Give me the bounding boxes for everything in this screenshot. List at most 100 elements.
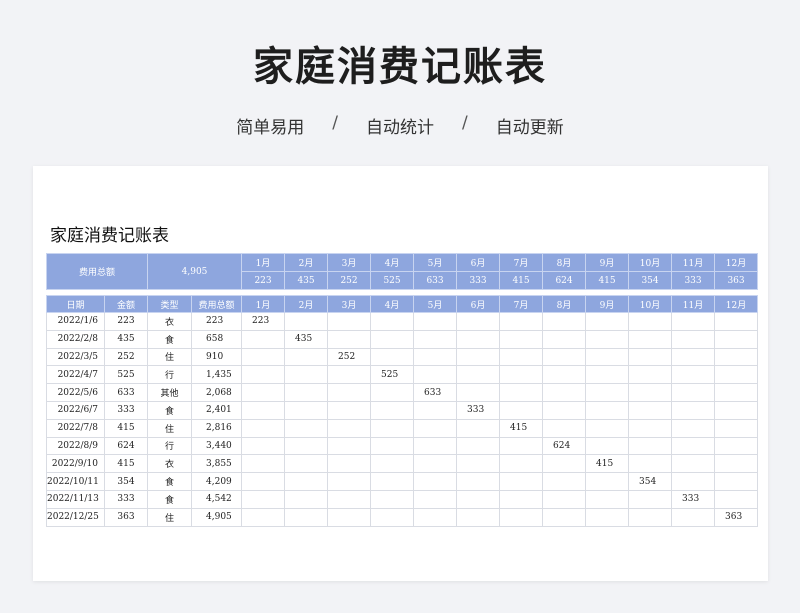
empty-cell <box>284 472 328 491</box>
empty-cell <box>628 400 672 420</box>
cumulative-cell: 2,068 <box>191 383 242 402</box>
summary-month-label: 12月 <box>714 253 759 272</box>
empty-cell <box>327 436 371 456</box>
empty-cell <box>499 489 543 509</box>
empty-cell <box>456 383 500 402</box>
empty-cell <box>585 383 629 402</box>
empty-cell <box>327 472 371 491</box>
subtitle-item: 自动更新 <box>495 118 564 138</box>
month-amount-cell: 525 <box>370 365 414 385</box>
empty-cell <box>671 347 715 367</box>
empty-cell <box>714 454 758 474</box>
empty-cell <box>499 365 543 385</box>
column-header: 日期 <box>46 295 105 313</box>
empty-cell <box>714 418 758 438</box>
empty-cell <box>327 454 371 474</box>
empty-cell <box>241 489 285 509</box>
amount-cell: 333 <box>104 489 148 509</box>
empty-cell <box>241 436 285 456</box>
table-row: 2022/12/25 363 住 4,905 363 <box>46 507 758 527</box>
summary-month-total: 435 <box>284 271 329 290</box>
summary-month-total: 223 <box>241 271 286 290</box>
summary-month-total: 624 <box>542 271 587 290</box>
cumulative-cell: 4,905 <box>191 507 242 527</box>
month-amount-cell: 415 <box>499 418 543 438</box>
month-amount-cell: 435 <box>284 329 328 349</box>
empty-cell <box>628 365 672 385</box>
empty-cell <box>370 489 414 509</box>
type-cell: 衣 <box>147 312 192 331</box>
spreadsheet-card: 家庭消费记账表 费用总额 4,905 1月 2月 3月 4月 5月 6月 7月 8月 9月 10月 11… <box>33 166 768 581</box>
empty-cell <box>456 329 500 349</box>
empty-cell <box>542 329 586 349</box>
column-header: 11月 <box>671 295 715 313</box>
empty-cell <box>671 418 715 438</box>
column-header: 5月 <box>413 295 457 313</box>
summary-month-label: 7月 <box>499 253 544 272</box>
column-header: 6月 <box>456 295 500 313</box>
amount-cell: 252 <box>104 347 148 367</box>
type-cell: 衣 <box>147 454 192 474</box>
column-header: 4月 <box>370 295 414 313</box>
date-cell: 2022/7/8 <box>46 418 105 438</box>
empty-cell <box>327 507 371 527</box>
empty-cell <box>585 436 629 456</box>
summary-month-total: 415 <box>499 271 544 290</box>
empty-cell <box>499 507 543 527</box>
month-amount-cell: 252 <box>327 347 371 367</box>
table-row: 2022/9/10 415 衣 3,855 415 <box>46 454 758 474</box>
empty-cell <box>327 418 371 438</box>
column-header: 9月 <box>585 295 629 313</box>
date-cell: 2022/10/11 <box>46 472 105 491</box>
empty-cell <box>542 400 586 420</box>
empty-cell <box>241 472 285 491</box>
table-row: 2022/5/6 633 其他 2,068 633 <box>46 383 758 402</box>
column-header: 12月 <box>714 295 758 313</box>
empty-cell <box>671 400 715 420</box>
date-cell: 2022/11/13 <box>46 489 105 509</box>
empty-cell <box>456 365 500 385</box>
empty-cell <box>327 383 371 402</box>
empty-cell <box>456 489 500 509</box>
empty-cell <box>542 365 586 385</box>
empty-cell <box>714 329 758 349</box>
summary-month-label: 9月 <box>585 253 630 272</box>
empty-cell <box>413 365 457 385</box>
amount-cell: 415 <box>104 418 148 438</box>
empty-cell <box>714 400 758 420</box>
empty-cell <box>456 347 500 367</box>
column-header: 10月 <box>628 295 672 313</box>
month-amount-cell: 363 <box>714 507 758 527</box>
empty-cell <box>413 454 457 474</box>
empty-cell <box>241 507 285 527</box>
empty-cell <box>499 347 543 367</box>
empty-cell <box>671 383 715 402</box>
amount-cell: 363 <box>104 507 148 527</box>
empty-cell <box>628 489 672 509</box>
empty-cell <box>241 347 285 367</box>
table-row: 2022/2/8 435 食 658 435 <box>46 329 758 349</box>
empty-cell <box>585 347 629 367</box>
empty-cell <box>628 507 672 527</box>
summary-table: 费用总额 4,905 1月 2月 3月 4月 5月 6月 7月 8月 9月 10月 11月 12月 223 4… <box>45 253 759 290</box>
empty-cell <box>456 312 500 331</box>
empty-cell <box>499 383 543 402</box>
empty-cell <box>628 454 672 474</box>
empty-cell <box>542 312 586 331</box>
page-title: 家庭消费记账表 <box>253 44 547 90</box>
empty-cell <box>671 472 715 491</box>
empty-cell <box>499 400 543 420</box>
empty-cell <box>585 365 629 385</box>
table-row: 2022/8/9 624 行 3,440 624 <box>46 436 758 456</box>
empty-cell <box>499 454 543 474</box>
column-header: 8月 <box>542 295 586 313</box>
summary-month-label: 5月 <box>413 253 458 272</box>
cumulative-cell: 3,855 <box>191 454 242 474</box>
sheet-title: 家庭消费记账表 <box>50 226 169 246</box>
empty-cell <box>542 383 586 402</box>
month-amount-cell: 415 <box>585 454 629 474</box>
empty-cell <box>628 436 672 456</box>
date-cell: 2022/5/6 <box>46 383 105 402</box>
summary-label: 费用总额 <box>45 253 149 290</box>
empty-cell <box>585 472 629 491</box>
